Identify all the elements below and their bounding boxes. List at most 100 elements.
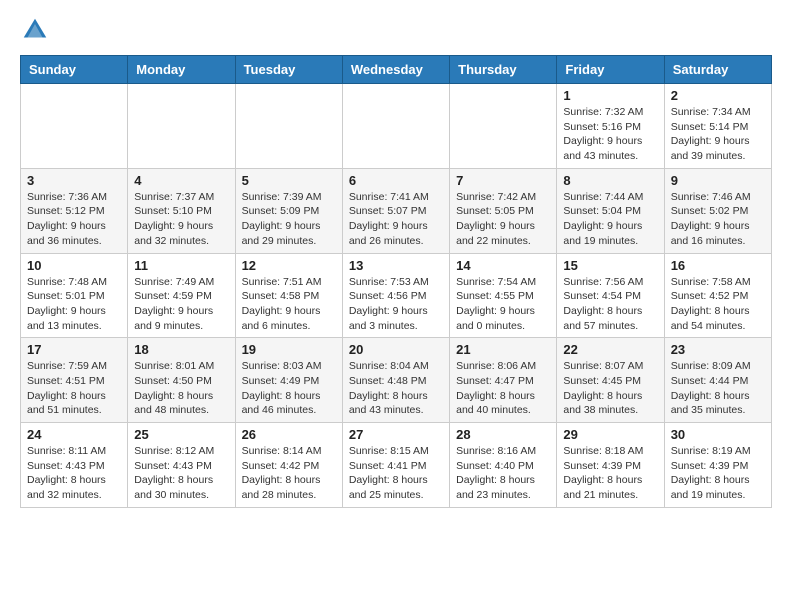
day-info: Sunrise: 7:44 AM Sunset: 5:04 PM Dayligh… bbox=[563, 190, 657, 249]
day-number: 25 bbox=[134, 427, 228, 442]
day-info: Sunrise: 7:58 AM Sunset: 4:52 PM Dayligh… bbox=[671, 275, 765, 334]
calendar-cell: 11 Sunrise: 7:49 AM Sunset: 4:59 PM Dayli… bbox=[128, 253, 235, 338]
day-info: Sunrise: 7:46 AM Sunset: 5:02 PM Dayligh… bbox=[671, 190, 765, 249]
calendar-cell: 10Sunrise: 7:48 AM Sunset: 5:01 PM Dayli… bbox=[21, 253, 128, 338]
day-number: 7 bbox=[456, 173, 550, 188]
calendar-cell: 9 Sunrise: 7:46 AM Sunset: 5:02 PM Daylig… bbox=[664, 168, 771, 253]
calendar-cell: 2Sunrise: 7:34 AM Sunset: 5:14 PM Daylig… bbox=[664, 84, 771, 169]
col-tuesday: Tuesday bbox=[235, 56, 342, 84]
calendar-cell: 17Sunrise: 7:59 AM Sunset: 4:51 PM Dayli… bbox=[21, 338, 128, 423]
col-friday: Friday bbox=[557, 56, 664, 84]
calendar-cell: 15 Sunrise: 7:56 AM Sunset: 4:54 PM Dayli… bbox=[557, 253, 664, 338]
day-info: Sunrise: 8:11 AM Sunset: 4:43 PM Dayligh… bbox=[27, 444, 121, 503]
calendar-cell: 23 Sunrise: 8:09 AM Sunset: 4:44 PM Dayli… bbox=[664, 338, 771, 423]
day-number: 12 bbox=[242, 258, 336, 273]
day-number: 29 bbox=[563, 427, 657, 442]
calendar-cell: 19 Sunrise: 8:03 AM Sunset: 4:49 PM Dayli… bbox=[235, 338, 342, 423]
day-number: 28 bbox=[456, 427, 550, 442]
calendar-cell: 5 Sunrise: 7:39 AM Sunset: 5:09 PM Daylig… bbox=[235, 168, 342, 253]
calendar-cell bbox=[21, 84, 128, 169]
calendar-cell: 30 Sunrise: 8:19 AM Sunset: 4:39 PM Dayli… bbox=[664, 423, 771, 508]
calendar-cell: 3 Sunrise: 7:36 AM Sunset: 5:12 PM Daylig… bbox=[21, 168, 128, 253]
calendar-cell: 16 Sunrise: 7:58 AM Sunset: 4:52 PM Dayli… bbox=[664, 253, 771, 338]
calendar-header-row: Sunday Monday Tuesday Wednesday Thursday… bbox=[21, 56, 772, 84]
day-number: 19 bbox=[242, 342, 336, 357]
day-number: 3 bbox=[27, 173, 121, 188]
day-info: Sunrise: 7:49 AM Sunset: 4:59 PM Dayligh… bbox=[134, 275, 228, 334]
day-number: 5 bbox=[242, 173, 336, 188]
day-info: Sunrise: 8:09 AM Sunset: 4:44 PM Dayligh… bbox=[671, 359, 765, 418]
calendar-cell bbox=[128, 84, 235, 169]
day-info: Sunrise: 7:34 AM Sunset: 5:14 PM Dayligh… bbox=[671, 105, 765, 164]
day-info: Sunrise: 8:12 AM Sunset: 4:43 PM Dayligh… bbox=[134, 444, 228, 503]
col-wednesday: Wednesday bbox=[342, 56, 449, 84]
header bbox=[20, 15, 772, 45]
day-number: 14 bbox=[456, 258, 550, 273]
calendar-cell: 12 Sunrise: 7:51 AM Sunset: 4:58 PM Dayli… bbox=[235, 253, 342, 338]
day-number: 22 bbox=[563, 342, 657, 357]
calendar-week-4: 24 Sunrise: 8:11 AM Sunset: 4:43 PM Dayli… bbox=[21, 423, 772, 508]
day-number: 13 bbox=[349, 258, 443, 273]
calendar-cell bbox=[342, 84, 449, 169]
day-number: 20 bbox=[349, 342, 443, 357]
day-info: Sunrise: 8:06 AM Sunset: 4:47 PM Dayligh… bbox=[456, 359, 550, 418]
page: Sunday Monday Tuesday Wednesday Thursday… bbox=[0, 0, 792, 523]
day-number: 15 bbox=[563, 258, 657, 273]
day-number: 9 bbox=[671, 173, 765, 188]
day-info: Sunrise: 7:36 AM Sunset: 5:12 PM Dayligh… bbox=[27, 190, 121, 249]
calendar-cell bbox=[450, 84, 557, 169]
day-number: 4 bbox=[134, 173, 228, 188]
calendar-cell: 24 Sunrise: 8:11 AM Sunset: 4:43 PM Dayli… bbox=[21, 423, 128, 508]
day-number: 24 bbox=[27, 427, 121, 442]
day-info: Sunrise: 7:56 AM Sunset: 4:54 PM Dayligh… bbox=[563, 275, 657, 334]
calendar-cell: 20Sunrise: 8:04 AM Sunset: 4:48 PM Dayli… bbox=[342, 338, 449, 423]
day-number: 30 bbox=[671, 427, 765, 442]
day-number: 18 bbox=[134, 342, 228, 357]
calendar-cell: 13 Sunrise: 7:53 AM Sunset: 4:56 PM Dayli… bbox=[342, 253, 449, 338]
logo bbox=[20, 15, 54, 45]
col-saturday: Saturday bbox=[664, 56, 771, 84]
calendar-cell: 26Sunrise: 8:14 AM Sunset: 4:42 PM Dayli… bbox=[235, 423, 342, 508]
calendar-cell: 25 Sunrise: 8:12 AM Sunset: 4:43 PM Dayli… bbox=[128, 423, 235, 508]
day-number: 8 bbox=[563, 173, 657, 188]
day-info: Sunrise: 8:03 AM Sunset: 4:49 PM Dayligh… bbox=[242, 359, 336, 418]
col-thursday: Thursday bbox=[450, 56, 557, 84]
day-info: Sunrise: 7:53 AM Sunset: 4:56 PM Dayligh… bbox=[349, 275, 443, 334]
day-info: Sunrise: 7:42 AM Sunset: 5:05 PM Dayligh… bbox=[456, 190, 550, 249]
day-number: 16 bbox=[671, 258, 765, 273]
day-info: Sunrise: 7:37 AM Sunset: 5:10 PM Dayligh… bbox=[134, 190, 228, 249]
day-info: Sunrise: 7:32 AM Sunset: 5:16 PM Dayligh… bbox=[563, 105, 657, 164]
calendar-cell: 18 Sunrise: 8:01 AM Sunset: 4:50 PM Dayli… bbox=[128, 338, 235, 423]
day-info: Sunrise: 8:19 AM Sunset: 4:39 PM Dayligh… bbox=[671, 444, 765, 503]
calendar-week-0: 1 Sunrise: 7:32 AM Sunset: 5:16 PM Daylig… bbox=[21, 84, 772, 169]
calendar-cell bbox=[235, 84, 342, 169]
day-number: 11 bbox=[134, 258, 228, 273]
day-number: 1 bbox=[563, 88, 657, 103]
calendar-cell: 7 Sunrise: 7:42 AM Sunset: 5:05 PM Daylig… bbox=[450, 168, 557, 253]
logo-icon bbox=[20, 15, 50, 45]
calendar-cell: 6Sunrise: 7:41 AM Sunset: 5:07 PM Daylig… bbox=[342, 168, 449, 253]
col-monday: Monday bbox=[128, 56, 235, 84]
day-info: Sunrise: 7:51 AM Sunset: 4:58 PM Dayligh… bbox=[242, 275, 336, 334]
day-info: Sunrise: 7:48 AM Sunset: 5:01 PM Dayligh… bbox=[27, 275, 121, 334]
day-info: Sunrise: 7:54 AM Sunset: 4:55 PM Dayligh… bbox=[456, 275, 550, 334]
calendar-cell: 21 Sunrise: 8:06 AM Sunset: 4:47 PM Dayli… bbox=[450, 338, 557, 423]
day-info: Sunrise: 7:41 AM Sunset: 5:07 PM Dayligh… bbox=[349, 190, 443, 249]
day-info: Sunrise: 8:16 AM Sunset: 4:40 PM Dayligh… bbox=[456, 444, 550, 503]
col-sunday: Sunday bbox=[21, 56, 128, 84]
day-info: Sunrise: 8:14 AM Sunset: 4:42 PM Dayligh… bbox=[242, 444, 336, 503]
calendar-week-2: 10Sunrise: 7:48 AM Sunset: 5:01 PM Dayli… bbox=[21, 253, 772, 338]
calendar-cell: 28 Sunrise: 8:16 AM Sunset: 4:40 PM Dayli… bbox=[450, 423, 557, 508]
calendar-cell: 29Sunrise: 8:18 AM Sunset: 4:39 PM Dayli… bbox=[557, 423, 664, 508]
calendar-cell: 4 Sunrise: 7:37 AM Sunset: 5:10 PM Daylig… bbox=[128, 168, 235, 253]
day-info: Sunrise: 8:07 AM Sunset: 4:45 PM Dayligh… bbox=[563, 359, 657, 418]
calendar-cell: 14 Sunrise: 7:54 AM Sunset: 4:55 PM Dayli… bbox=[450, 253, 557, 338]
day-info: Sunrise: 8:01 AM Sunset: 4:50 PM Dayligh… bbox=[134, 359, 228, 418]
calendar-week-1: 3 Sunrise: 7:36 AM Sunset: 5:12 PM Daylig… bbox=[21, 168, 772, 253]
day-number: 21 bbox=[456, 342, 550, 357]
day-info: Sunrise: 7:59 AM Sunset: 4:51 PM Dayligh… bbox=[27, 359, 121, 418]
calendar-cell: 1 Sunrise: 7:32 AM Sunset: 5:16 PM Daylig… bbox=[557, 84, 664, 169]
day-info: Sunrise: 7:39 AM Sunset: 5:09 PM Dayligh… bbox=[242, 190, 336, 249]
day-number: 23 bbox=[671, 342, 765, 357]
calendar-table: Sunday Monday Tuesday Wednesday Thursday… bbox=[20, 55, 772, 508]
